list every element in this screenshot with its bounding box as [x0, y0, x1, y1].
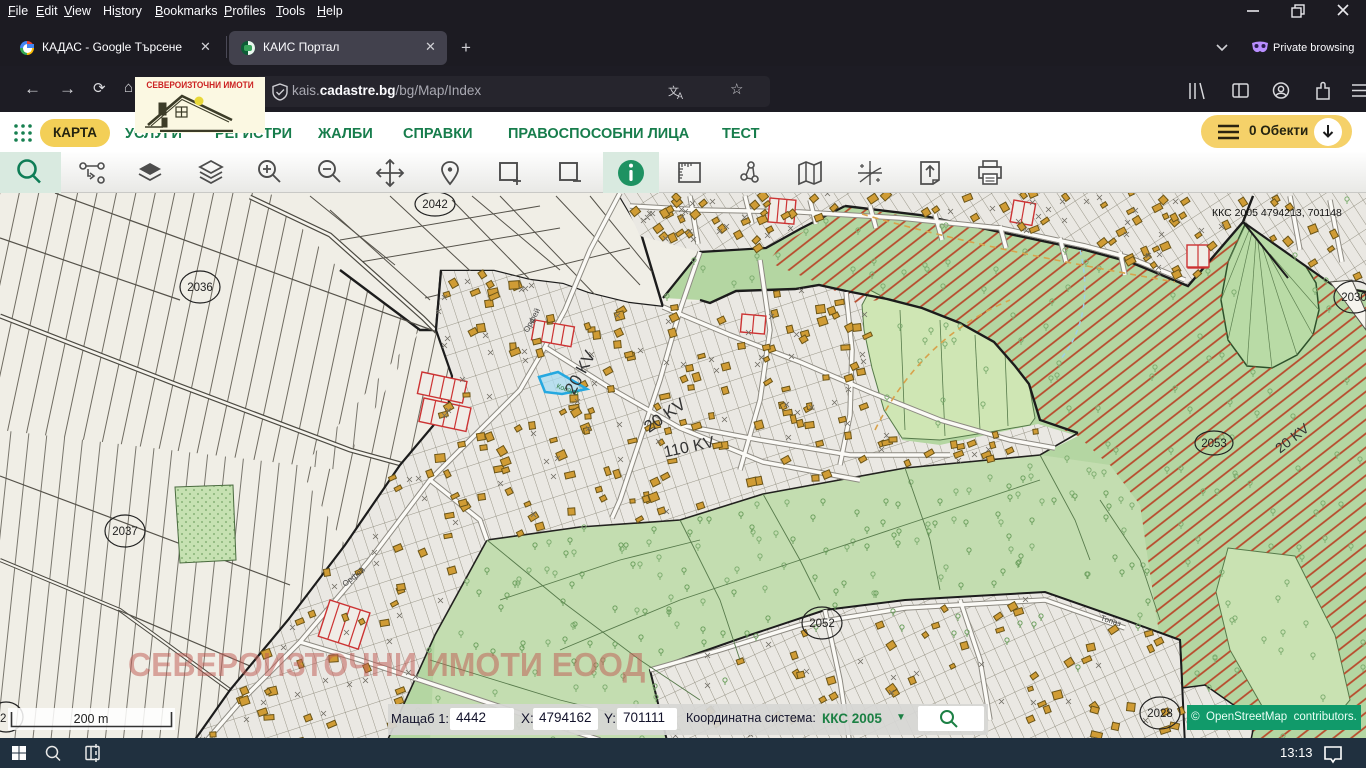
- svg-text:2052: 2052: [809, 618, 835, 630]
- svg-text:2037: 2037: [112, 526, 138, 538]
- svg-text:2: 2: [0, 713, 6, 725]
- svg-text:2053: 2053: [1201, 438, 1227, 450]
- svg-text:2028: 2028: [1147, 708, 1173, 720]
- svg-text:2036: 2036: [187, 282, 213, 294]
- svg-text:200 m: 200 m: [74, 712, 109, 726]
- svg-text:A: A: [677, 91, 683, 101]
- svg-text:2030: 2030: [1341, 292, 1366, 304]
- svg-text:2042: 2042: [422, 199, 448, 211]
- svg-text:ККС 2005 4794213, 701148: ККС 2005 4794213, 701148: [1212, 207, 1342, 219]
